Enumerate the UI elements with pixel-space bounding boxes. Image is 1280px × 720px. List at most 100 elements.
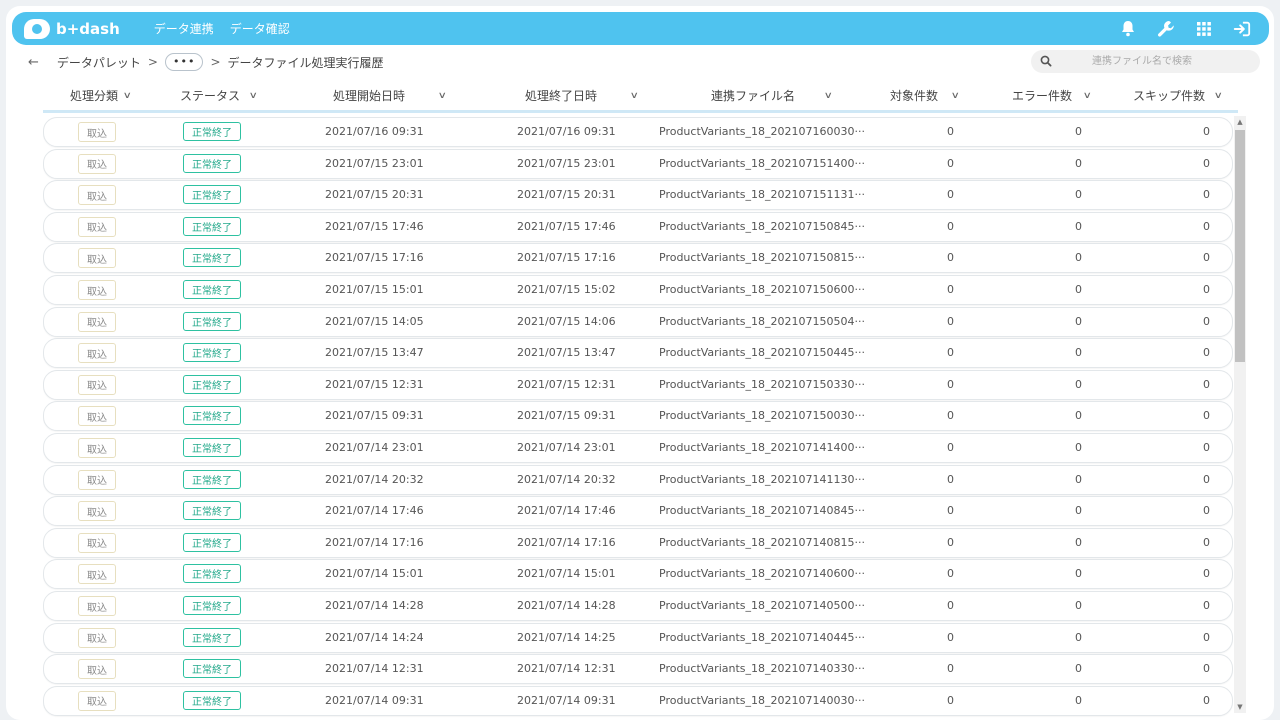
- arrow-left-icon[interactable]: ←: [28, 55, 39, 70]
- file-name-cell[interactable]: ProductVariants_18_202107150330···: [659, 378, 865, 391]
- file-name-cell[interactable]: ProductVariants_18_202107151400···: [659, 157, 865, 170]
- scroll-up-arrow-icon[interactable]: ▲: [1234, 116, 1246, 128]
- chevron-down-icon[interactable]: ∨: [824, 91, 833, 101]
- column-header-start-time[interactable]: 処理開始日時 ∨: [333, 87, 447, 104]
- file-name-cell[interactable]: ProductVariants_18_202107140815···: [659, 536, 865, 549]
- table-row[interactable]: 取込 正常終了 2021/07/14 09:31 2021/07/14 09:31 Pr…: [43, 685, 1233, 716]
- chevron-down-icon[interactable]: ∨: [1214, 91, 1223, 101]
- table-row[interactable]: 取込 正常終了 2021/07/14 17:46 2021/07/14 17:46 Pr…: [43, 496, 1233, 527]
- grid-icon[interactable]: [1195, 20, 1213, 38]
- scroll-down-arrow-icon[interactable]: ▼: [1234, 701, 1246, 713]
- chevron-down-icon[interactable]: ∨: [249, 91, 258, 101]
- table-row[interactable]: 取込 正常終了 2021/07/14 20:32 2021/07/14 20:32 Pr…: [43, 464, 1233, 495]
- target-count-cell: 0: [947, 504, 954, 518]
- file-name-cell[interactable]: ProductVariants_18_202107151131···: [659, 188, 865, 201]
- table-row[interactable]: 取込 正常終了 2021/07/14 14:28 2021/07/14 14:28 Pr…: [43, 591, 1233, 621]
- logo-text: b+dash: [56, 19, 120, 38]
- status-badge: 正常終了: [183, 343, 241, 363]
- process-type-badge: 取込: [78, 501, 116, 522]
- error-count-cell: 0: [1075, 504, 1082, 518]
- logout-icon[interactable]: [1233, 20, 1251, 38]
- scrollbar-thumb[interactable]: [1235, 130, 1245, 362]
- table-row[interactable]: 取込 正常終了 2021/07/15 09:31 2021/07/15 09:31 Pr…: [43, 401, 1233, 432]
- search-input[interactable]: [1090, 55, 1244, 68]
- vertical-scrollbar[interactable]: ▲ ▼: [1234, 116, 1246, 713]
- file-name-cell[interactable]: ProductVariants_18_202107140600···: [659, 567, 865, 580]
- file-name-cell[interactable]: ProductVariants_18_202107160030···: [659, 125, 865, 138]
- file-name-cell[interactable]: ProductVariants_18_202107150504···: [659, 315, 865, 328]
- table-row[interactable]: 取込 正常終了 2021/07/14 23:01 2021/07/14 23:01 Pr…: [43, 433, 1233, 463]
- breadcrumb-root[interactable]: データパレット: [57, 54, 141, 71]
- skip-count-cell: 0: [1203, 251, 1210, 265]
- file-name-cell[interactable]: ProductVariants_18_202107141400···: [659, 441, 865, 454]
- wrench-icon[interactable]: [1157, 20, 1175, 38]
- chevron-down-icon[interactable]: ∨: [123, 91, 132, 101]
- file-name-cell[interactable]: ProductVariants_18_202107150030···: [659, 409, 865, 422]
- target-count-cell: 0: [947, 472, 954, 486]
- skip-count-cell: 0: [1203, 377, 1210, 391]
- start-time-cell: 2021/07/15 17:46: [325, 219, 424, 233]
- process-type-badge: 取込: [78, 627, 116, 648]
- table-row[interactable]: 取込 正常終了 2021/07/15 17:16 2021/07/15 17:16 Pr…: [43, 243, 1233, 274]
- chevron-down-icon[interactable]: ∨: [438, 91, 447, 101]
- file-name-cell[interactable]: ProductVariants_18_202107140030···: [659, 694, 865, 707]
- file-name-cell[interactable]: ProductVariants_18_202107140500···: [659, 599, 865, 612]
- table-row[interactable]: 取込 正常終了 2021/07/15 20:31 2021/07/15 20:31 Pr…: [43, 180, 1233, 211]
- bell-icon[interactable]: [1119, 20, 1137, 38]
- skip-count-cell: 0: [1203, 472, 1210, 486]
- column-header-file-name[interactable]: 連携ファイル名 ∨: [711, 87, 833, 104]
- table-row[interactable]: 取込 正常終了 2021/07/15 17:46 2021/07/15 17:46 Pr…: [43, 211, 1233, 242]
- chevron-down-icon[interactable]: ∨: [1083, 91, 1092, 101]
- start-time-cell: 2021/07/15 15:01: [325, 283, 424, 296]
- start-time-cell: 2021/07/14 09:31: [325, 693, 424, 707]
- column-header-error-count[interactable]: エラー件数 ∨: [1012, 87, 1092, 104]
- table-row[interactable]: 取込 正常終了 2021/07/16 09:31 2021/07/16 09:31 Pr…: [43, 117, 1233, 147]
- target-count-cell: 0: [947, 188, 954, 202]
- start-time-cell: 2021/07/14 14:28: [325, 599, 424, 612]
- file-name-cell[interactable]: ProductVariants_18_202107141130···: [659, 473, 865, 486]
- column-header-process-type[interactable]: 処理分類 ∨: [70, 87, 132, 104]
- error-count-cell: 0: [1075, 599, 1082, 612]
- column-header-status[interactable]: ステータス ∨: [180, 87, 258, 104]
- brand-logo[interactable]: b+dash: [24, 18, 120, 39]
- error-count-cell: 0: [1075, 377, 1082, 391]
- end-time-cell: 2021/07/15 13:47: [517, 346, 616, 360]
- skip-count-cell: 0: [1203, 283, 1210, 296]
- table-row[interactable]: 取込 正常終了 2021/07/15 14:05 2021/07/15 14:06 Pr…: [43, 306, 1233, 337]
- file-name-cell[interactable]: ProductVariants_18_202107150445···: [659, 346, 865, 359]
- table-row[interactable]: 取込 正常終了 2021/07/15 15:01 2021/07/15 15:02 Pr…: [43, 275, 1233, 305]
- table-row[interactable]: 取込 正常終了 2021/07/15 13:47 2021/07/15 13:47 Pr…: [43, 338, 1233, 369]
- column-header-skip-count[interactable]: スキップ件数 ∨: [1133, 87, 1223, 104]
- target-count-cell: 0: [947, 535, 954, 549]
- column-header-target-count[interactable]: 対象件数 ∨: [890, 87, 960, 104]
- breadcrumb-ellipsis-button[interactable]: •••: [164, 53, 204, 71]
- chevron-down-icon[interactable]: ∨: [630, 91, 639, 101]
- file-name-cell[interactable]: ProductVariants_18_202107140445···: [659, 631, 865, 644]
- nav-data-check[interactable]: データ確認: [230, 20, 290, 37]
- target-count-cell: 0: [947, 219, 954, 233]
- column-header-end-time[interactable]: 処理終了日時 ∨: [525, 87, 639, 104]
- table-row[interactable]: 取込 正常終了 2021/07/15 12:31 2021/07/15 12:31 Pr…: [43, 369, 1233, 400]
- file-name-cell[interactable]: ProductVariants_18_202107140845···: [659, 504, 865, 517]
- start-time-cell: 2021/07/16 09:31: [325, 125, 424, 138]
- file-name-cell[interactable]: ProductVariants_18_202107140330···: [659, 662, 865, 675]
- file-name-cell[interactable]: ProductVariants_18_202107150815···: [659, 251, 865, 264]
- target-count-cell: 0: [947, 599, 954, 612]
- target-count-cell: 0: [947, 346, 954, 360]
- table-row[interactable]: 取込 正常終了 2021/07/14 17:16 2021/07/14 17:16 Pr…: [43, 527, 1233, 558]
- file-name-cell[interactable]: ProductVariants_18_202107150600···: [659, 283, 865, 296]
- end-time-cell: 2021/07/14 15:01: [517, 567, 616, 581]
- error-count-cell: 0: [1075, 662, 1082, 676]
- table-row[interactable]: 取込 正常終了 2021/07/14 12:31 2021/07/14 12:31 Pr…: [43, 654, 1233, 685]
- chevron-down-icon[interactable]: ∨: [951, 91, 960, 101]
- process-type-badge: 取込: [78, 469, 116, 490]
- table-row[interactable]: 取込 正常終了 2021/07/15 23:01 2021/07/15 23:01 Pr…: [43, 148, 1233, 179]
- target-count-cell: 0: [947, 630, 954, 644]
- status-badge: 正常終了: [183, 438, 241, 457]
- file-name-cell[interactable]: ProductVariants_18_202107150845···: [659, 220, 865, 233]
- start-time-cell: 2021/07/15 17:16: [325, 251, 424, 265]
- nav-data-integration[interactable]: データ連携: [154, 20, 214, 37]
- table-row[interactable]: 取込 正常終了 2021/07/14 14:24 2021/07/14 14:25 Pr…: [43, 622, 1233, 653]
- process-type-badge: 取込: [78, 690, 116, 711]
- table-row[interactable]: 取込 正常終了 2021/07/14 15:01 2021/07/14 15:01 Pr…: [43, 559, 1233, 590]
